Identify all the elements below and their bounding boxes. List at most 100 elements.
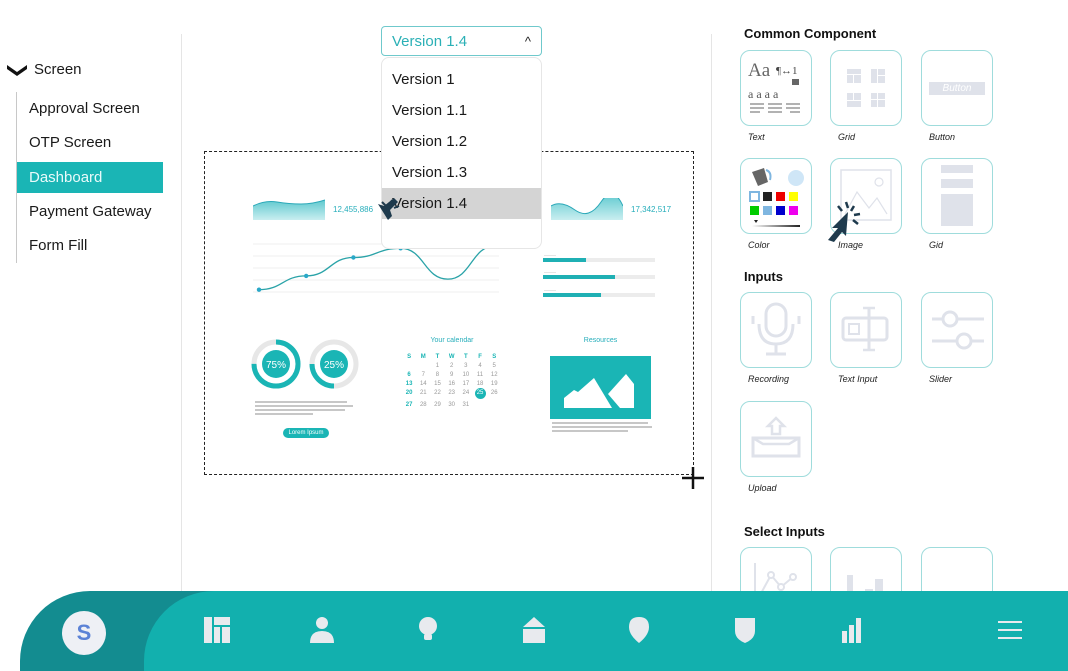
calendar-day: 14: [419, 381, 427, 387]
version-option[interactable]: Version 1.1: [382, 95, 541, 126]
component-label: Text: [748, 132, 765, 142]
chevron-down-icon: [7, 64, 27, 76]
component-button[interactable]: Button Button: [921, 50, 993, 142]
sidebar-item-approval-screen[interactable]: Approval Screen: [17, 92, 176, 126]
filler-text: [552, 422, 648, 424]
calendar-day: 24: [462, 390, 470, 396]
text-preview-big: Aa: [748, 60, 771, 81]
user-icon: [310, 617, 334, 643]
nav-analytics[interactable]: [836, 615, 866, 645]
calendar-title: Your calendar: [430, 337, 474, 344]
bottom-nav: S: [20, 591, 1068, 671]
calendar-weekday: M: [420, 354, 426, 360]
stat-left-value: 12,455,886: [333, 204, 374, 214]
sidebar-item-otp-screen[interactable]: OTP Screen: [17, 126, 176, 160]
nav-home[interactable]: [519, 615, 549, 645]
nav-ideas[interactable]: [413, 615, 443, 645]
calendar-day: 28: [419, 402, 427, 408]
calendar-day: 3: [464, 363, 468, 369]
component-text[interactable]: Aa ¶↔1 a a a a Text: [740, 50, 812, 142]
nav-security[interactable]: [730, 615, 760, 645]
click-cursor-icon: [828, 201, 861, 242]
nav-location[interactable]: [624, 615, 654, 645]
calendar-weekday: T: [435, 354, 440, 360]
calendar-day: 16: [448, 381, 455, 387]
component-color[interactable]: Color: [740, 158, 812, 250]
donut-25: 25%: [309, 339, 359, 389]
chevron-up-icon: ^: [524, 33, 531, 49]
calendar-day: 17: [462, 381, 470, 387]
filler-text: [552, 430, 628, 432]
text-format-icon: Aa ¶↔1 a a a a: [748, 60, 800, 113]
calendar-weekday: F: [478, 354, 482, 360]
nav-menu[interactable]: [995, 615, 1025, 645]
component-panel: Common Component Aa ¶↔1 a a a a Text Gri…: [712, 0, 1068, 623]
resources-image: [550, 356, 651, 419]
calendar-weekday: W: [448, 354, 455, 360]
component-gid[interactable]: Gid: [921, 158, 993, 250]
nav-dashboard[interactable]: [202, 615, 232, 645]
filler-text: [255, 413, 313, 415]
grid-layout-icon: [847, 69, 885, 107]
calendar-day: 10: [462, 372, 470, 378]
component-label: Slider: [929, 374, 953, 384]
component-label: Upload: [748, 483, 777, 493]
component-grid[interactable]: Grid: [830, 50, 902, 142]
version-option[interactable]: Version 1.2: [382, 126, 541, 157]
component-text-input[interactable]: Text Input: [830, 292, 902, 384]
component-label: Gid: [929, 240, 944, 250]
shield-icon: [735, 618, 755, 643]
calendar-day: 31: [462, 402, 470, 408]
component-slider[interactable]: Slider: [921, 292, 993, 384]
progress-fill: [543, 293, 602, 297]
calendar-day: 29: [434, 402, 441, 408]
tree-root-screen[interactable]: Screen: [6, 61, 82, 78]
calendar-day: 27: [405, 402, 413, 408]
nav-user[interactable]: [307, 615, 337, 645]
calendar-day: 13: [405, 381, 413, 387]
layout-blocks-icon: [941, 165, 973, 226]
calendar-day: 19: [490, 381, 498, 387]
resources-title: Resources: [583, 337, 618, 344]
component-label: Color: [748, 240, 770, 250]
calendar-day: 9: [449, 372, 454, 378]
bar-label: ———: [544, 287, 556, 292]
line-point: [351, 255, 356, 260]
component-recording[interactable]: Recording: [740, 292, 812, 384]
version-option[interactable]: Version 1: [382, 64, 541, 95]
sidebar-item-form-fill[interactable]: Form Fill: [17, 229, 176, 263]
calendar-day: 5: [492, 363, 496, 369]
calendar-day: 22: [434, 390, 441, 396]
filler-text: [255, 401, 347, 403]
version-select[interactable]: Version 1.4 ^: [381, 26, 542, 56]
crosshair-resize-icon[interactable]: [681, 466, 705, 490]
calendar-blank: [402, 363, 416, 369]
home-icon: [523, 617, 545, 643]
sidebar-item-dashboard[interactable]: Dashboard: [17, 162, 163, 193]
text-input-icon: [841, 306, 889, 352]
bar-chart-icon: [842, 618, 861, 643]
lightbulb-icon: [419, 617, 437, 640]
avatar[interactable]: S: [62, 611, 106, 655]
progress-bar: [543, 275, 655, 279]
component-upload[interactable]: Upload: [740, 401, 812, 493]
component-label: Grid: [838, 132, 856, 142]
nav-bar: [144, 591, 1068, 671]
calendar-day: 15: [434, 381, 441, 387]
component-label: Text Input: [838, 374, 878, 384]
line-point: [256, 287, 262, 292]
calendar-day: 8: [435, 372, 440, 378]
location-pin-icon: [629, 617, 649, 643]
bar-label: ———: [544, 252, 556, 257]
divider-left: [181, 34, 182, 591]
dashboard-icon: [204, 617, 230, 643]
version-select-value: Version 1.4: [392, 32, 468, 50]
sidebar-item-payment-gateway[interactable]: Payment Gateway: [17, 195, 176, 229]
progress-bar: [543, 258, 655, 262]
progress-bar: [543, 293, 655, 297]
microphone-icon: [751, 302, 801, 356]
text-preview-small: a a a a: [748, 87, 779, 101]
version-option[interactable]: Version 1.3: [382, 157, 541, 188]
progress-fill: [543, 275, 615, 279]
section-title-common: Common Component: [744, 26, 877, 41]
